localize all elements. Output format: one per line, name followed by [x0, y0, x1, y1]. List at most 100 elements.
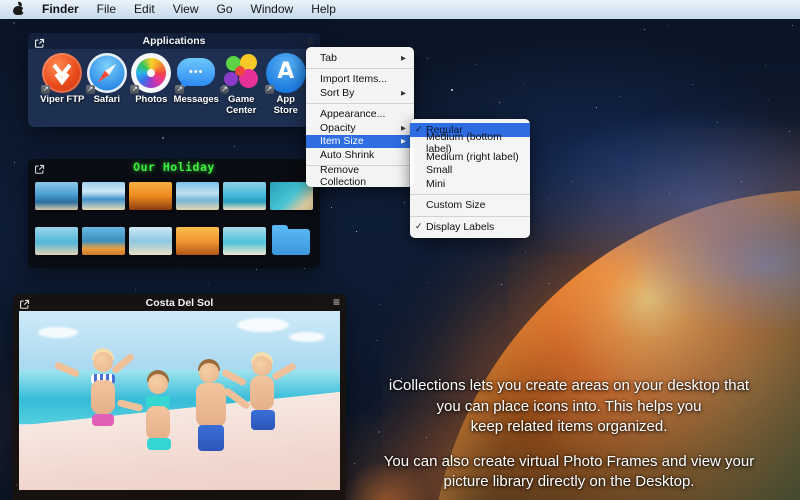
menu-bar-item-view[interactable]: View: [164, 0, 208, 19]
window-title: Our Holiday: [133, 160, 215, 174]
menu-item-label: Custom Size: [426, 199, 486, 211]
item-size-submenu: ✓ Regular Medium (bottom label) Medium (…: [410, 119, 530, 238]
app-icon-label: Viper FTP: [40, 95, 84, 106]
menu-item-label: Import Items...: [320, 73, 387, 85]
alias-badge-icon: ↗: [265, 85, 274, 94]
app-icons-row: ↗ Viper FTP ↗ Safari ↗ Photos: [28, 49, 320, 116]
alias-badge-icon: ↗: [41, 85, 50, 94]
export-icon[interactable]: [34, 36, 45, 47]
menu-bar-item-window[interactable]: Window: [242, 0, 303, 19]
app-icon-safari[interactable]: ↗ Safari: [85, 53, 130, 116]
submenu-arrow-icon: ▶: [401, 137, 406, 145]
menu-item-display-labels[interactable]: ✓ Display Labels: [410, 220, 530, 234]
holiday-titlebar: Our Holiday: [28, 159, 320, 175]
app-icon-label: Messages: [174, 95, 219, 106]
photo-thumbnail[interactable]: [129, 227, 172, 255]
photo-thumbnail[interactable]: [223, 227, 266, 255]
holiday-collection-window: Our Holiday: [28, 159, 320, 268]
app-icon-label: Photos: [135, 95, 167, 106]
menu-item-appearance[interactable]: Appearance...: [306, 108, 414, 122]
app-icon-game-center[interactable]: ↗ Game Center: [219, 53, 264, 116]
menu-item-import-items[interactable]: Import Items...: [306, 73, 414, 87]
menu-bar-item-go[interactable]: Go: [208, 0, 242, 19]
menu-item-opacity[interactable]: Opacity ▶: [306, 121, 414, 135]
export-icon[interactable]: [34, 162, 45, 173]
photo-frame-titlebar: Costa Del Sol ≡: [13, 294, 346, 311]
menu-item-label: Mini: [426, 178, 445, 190]
menu-item-label: Item Size: [320, 135, 364, 147]
desktop-background: Finder File Edit View Go Window Help App…: [0, 0, 800, 500]
menu-item-label: Appearance...: [320, 108, 385, 120]
viper-ftp-icon: ↗: [42, 53, 82, 93]
photo-thumbnail[interactable]: [35, 227, 78, 255]
photo-thumbnail[interactable]: [176, 182, 219, 210]
menu-item-sort-by[interactable]: Sort By ▶: [306, 86, 414, 100]
photos-icon: ↗: [131, 53, 171, 93]
menu-item-label: Sort By: [320, 87, 354, 99]
app-icon-label: App Store: [263, 95, 308, 116]
alias-badge-icon: ↗: [130, 85, 139, 94]
app-icon-label: Game Center: [219, 95, 264, 116]
menu-item-custom-size[interactable]: Custom Size: [410, 199, 530, 213]
photo-thumbnail[interactable]: [82, 182, 125, 210]
safari-icon: ↗: [87, 53, 127, 93]
menu-item-label: Opacity: [320, 122, 356, 134]
apple-menu-icon[interactable]: [12, 3, 25, 16]
menu-separator: [306, 68, 414, 69]
photo-frame-window: Costa Del Sol ≡: [13, 294, 346, 500]
app-store-icon: A ↗: [266, 53, 306, 93]
photo-person: [237, 354, 297, 474]
menu-item-label: Tab: [320, 52, 337, 64]
applications-collection-window: Applications ≡ ↗ Viper FTP ↗ Safari: [28, 33, 320, 127]
folder-icon[interactable]: [270, 227, 313, 255]
app-icon-viper-ftp[interactable]: ↗ Viper FTP: [40, 53, 85, 116]
checkmark-icon: ✓: [415, 221, 426, 232]
menu-item-label: Auto Shrink: [320, 149, 374, 161]
menu-item-item-size[interactable]: Item Size ▶: [306, 135, 414, 149]
menu-bar-item-file[interactable]: File: [88, 0, 125, 19]
export-icon[interactable]: [19, 297, 30, 308]
caption-line: keep related items organized.: [369, 417, 769, 438]
photo-thumbnail[interactable]: [129, 182, 172, 210]
menu-item-remove-collection[interactable]: Remove Collection: [306, 170, 414, 184]
menu-item-label: Medium (right label): [426, 151, 519, 163]
caption-line: you can place icons into. This helps you: [369, 397, 769, 418]
menu-bar: Finder File Edit View Go Window Help: [0, 0, 800, 19]
menu-bar-item-edit[interactable]: Edit: [125, 0, 164, 19]
alias-badge-icon: ↗: [220, 85, 229, 94]
app-icon-messages[interactable]: ••• ↗ Messages: [174, 53, 219, 116]
photo-thumbnail[interactable]: [223, 182, 266, 210]
menu-item-label: Remove Collection: [320, 164, 406, 188]
app-icon-app-store[interactable]: A ↗ App Store: [263, 53, 308, 116]
menu-bar-item-finder[interactable]: Finder: [33, 0, 88, 19]
menu-item-medium-right-label[interactable]: Medium (right label): [410, 150, 530, 164]
hamburger-menu-icon[interactable]: ≡: [333, 295, 340, 309]
menu-item-tab[interactable]: Tab ▶: [306, 51, 414, 65]
collection-context-menu: Tab ▶ Import Items... Sort By ▶ Appearan…: [306, 47, 414, 187]
menu-item-medium-bottom-label[interactable]: Medium (bottom label): [410, 137, 530, 151]
window-title: Applications: [142, 35, 205, 47]
photo-thumbnail[interactable]: [82, 227, 125, 255]
window-title: Costa Del Sol: [146, 297, 214, 309]
caption-line: You can also create virtual Photo Frames…: [369, 452, 769, 473]
app-icon-photos[interactable]: ↗ Photos: [129, 53, 174, 116]
menu-item-small[interactable]: Small: [410, 164, 530, 178]
submenu-arrow-icon: ▶: [401, 54, 406, 62]
hamburger-menu-icon[interactable]: ≡: [307, 34, 314, 48]
checkmark-icon: ✓: [415, 124, 426, 135]
photo-thumbnail[interactable]: [176, 227, 219, 255]
photo-thumbnail[interactable]: [270, 182, 313, 210]
app-icon-label: Safari: [94, 95, 120, 106]
menu-item-mini[interactable]: Mini: [410, 177, 530, 191]
photo-thumbnail[interactable]: [35, 182, 78, 210]
menu-separator: [410, 216, 530, 217]
menu-item-label: Small: [426, 164, 452, 176]
menu-bar-item-help[interactable]: Help: [302, 0, 345, 19]
applications-titlebar: Applications ≡: [28, 33, 320, 49]
menu-item-label: Display Labels: [426, 221, 494, 233]
alias-badge-icon: ↗: [86, 85, 95, 94]
caption-line: picture library directly on the Desktop.: [369, 472, 769, 493]
menu-item-auto-shrink[interactable]: Auto Shrink: [306, 148, 414, 162]
beach-photo[interactable]: [19, 311, 340, 490]
menu-separator: [410, 194, 530, 195]
